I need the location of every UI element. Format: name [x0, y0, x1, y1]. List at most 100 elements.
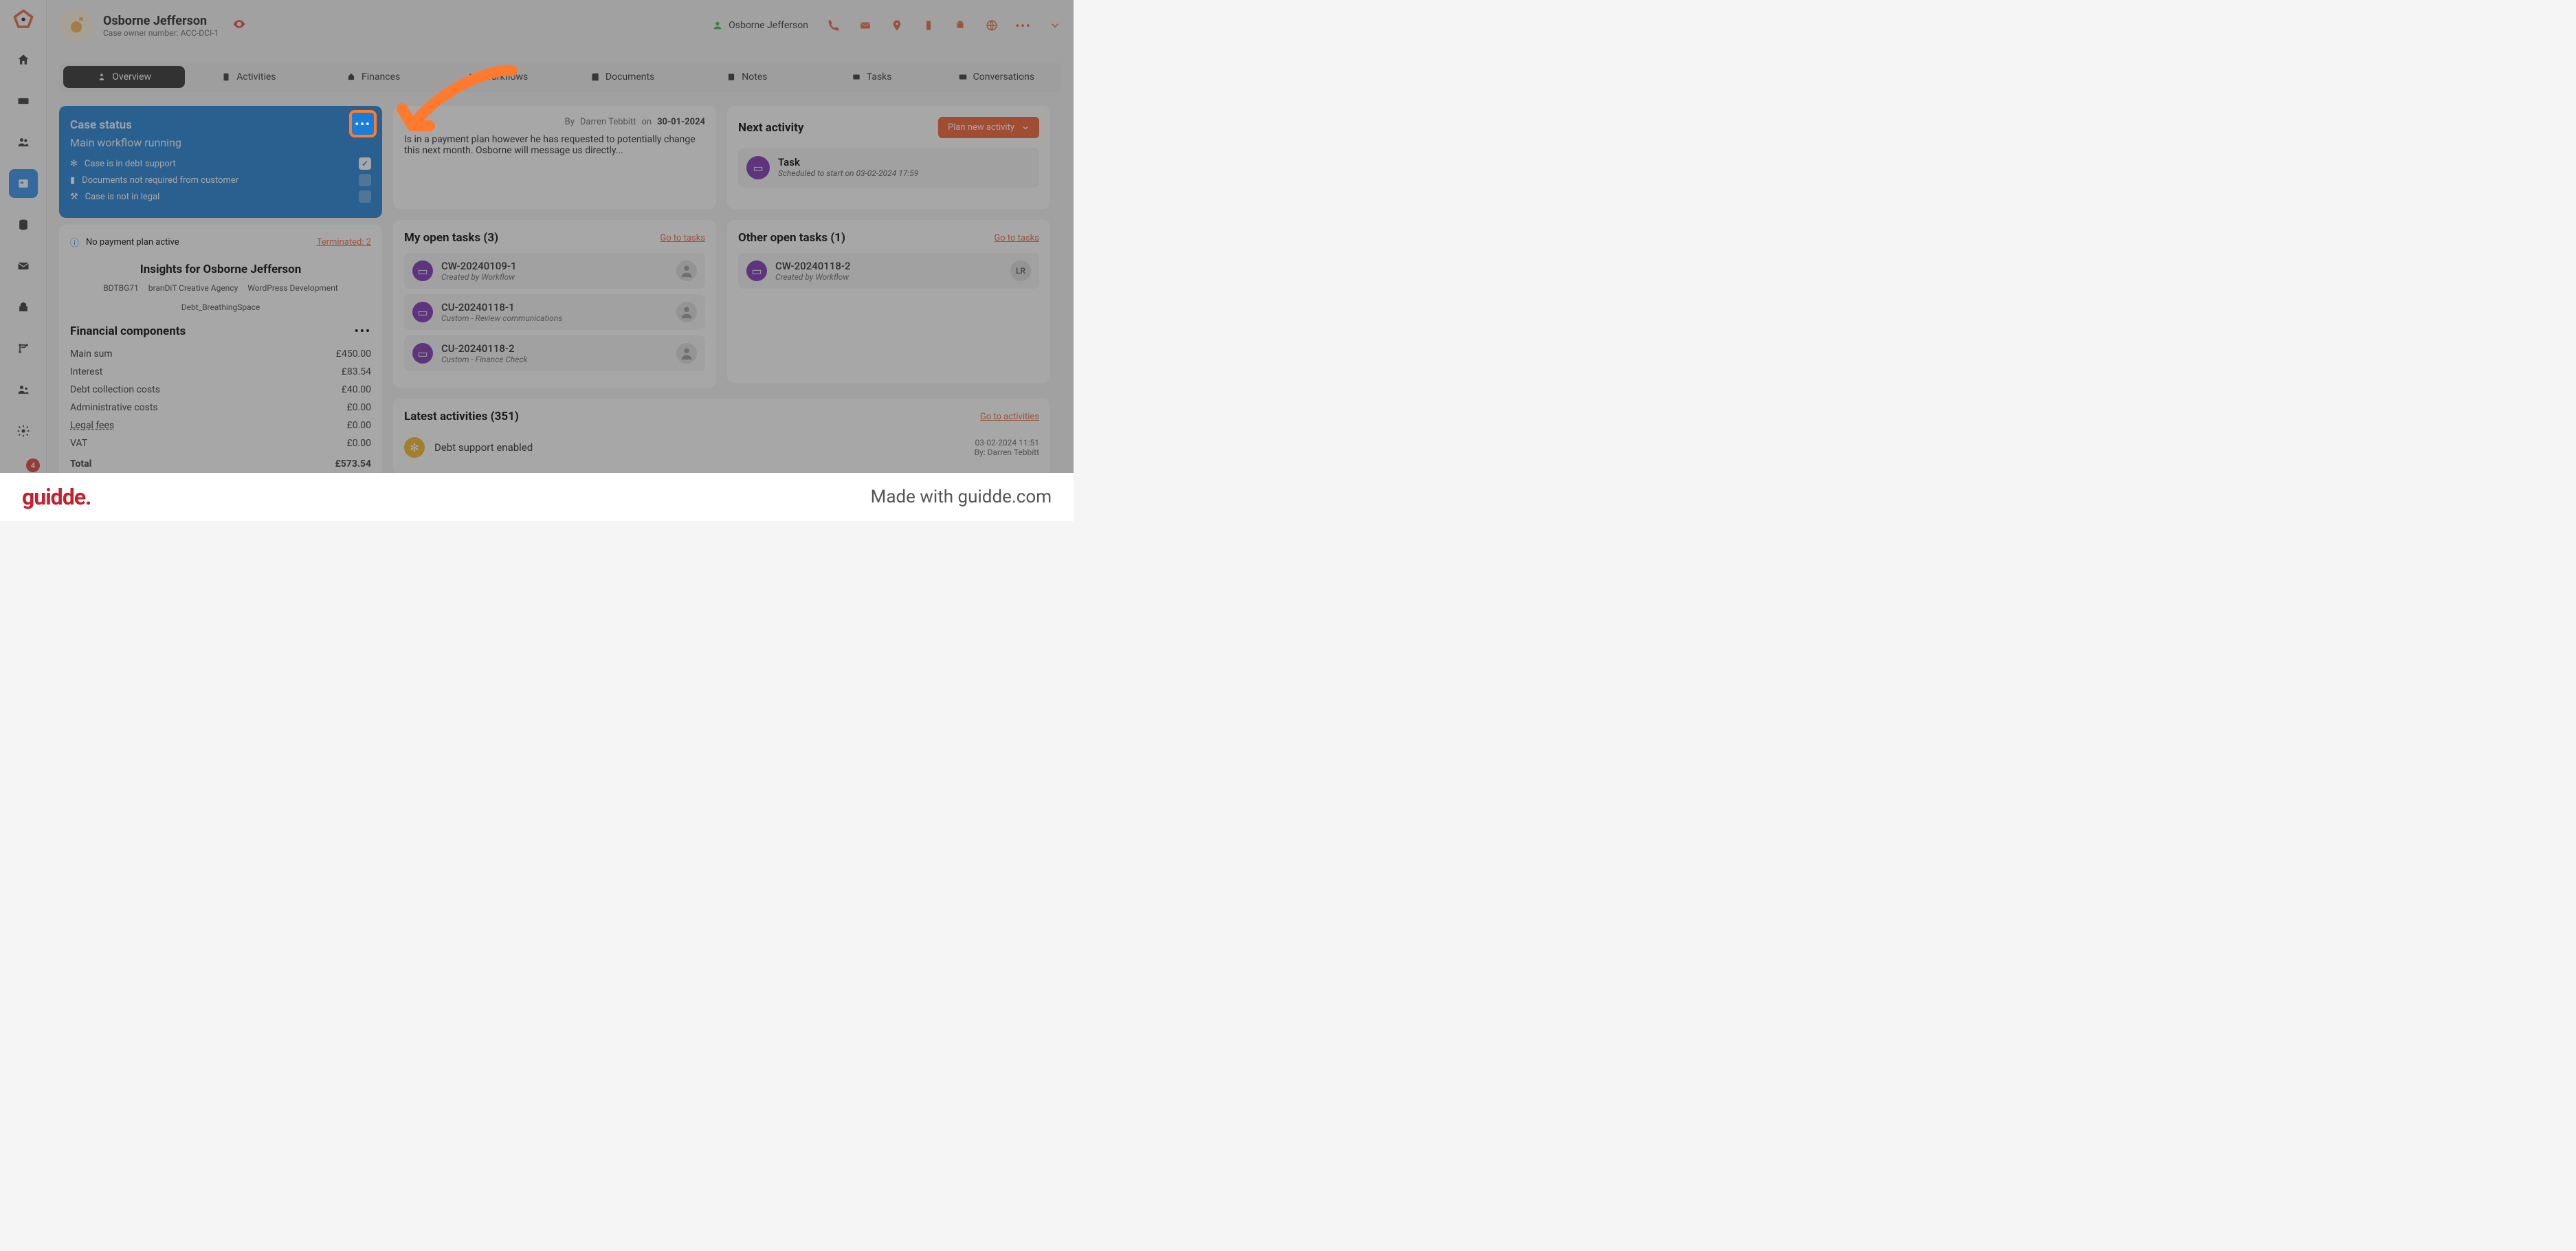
banner-text: No payment plan active: [86, 237, 179, 247]
notification-badge[interactable]: 4: [26, 458, 40, 472]
next-activity-task-sub: Scheduled to start on 03-02-2024 17:59: [778, 168, 918, 178]
sidenav: 4: [0, 0, 47, 475]
watch-icon[interactable]: [232, 17, 246, 34]
financial-menu-button[interactable]: •••: [355, 324, 371, 338]
plan-activity-button[interactable]: Plan new activity: [938, 117, 1039, 138]
tab-overview[interactable]: Overview: [63, 66, 185, 88]
tab-notes[interactable]: Notes: [686, 66, 808, 88]
tag[interactable]: branDiT Creative Agency: [148, 283, 238, 293]
made-with-text: Made with guidde.com: [871, 487, 1052, 507]
task-icon: ▭: [412, 261, 433, 281]
note-date: 30-01-2024: [657, 117, 705, 127]
go-to-tasks-link[interactable]: Go to tasks: [660, 233, 705, 243]
nav-mail[interactable]: [9, 252, 38, 280]
nav-settings[interactable]: [9, 417, 38, 445]
nav-cards[interactable]: [9, 87, 38, 115]
email-icon[interactable]: [859, 19, 871, 32]
note-card: By Darren Tebbitt on 30-01-2024 Is in a …: [393, 106, 716, 209]
document-icon: ▮: [70, 175, 75, 186]
tag[interactable]: BDTBG71: [103, 283, 139, 293]
next-activity-card: Next activity Plan new activity ▭ Task S…: [727, 106, 1050, 209]
financial-row: Legal fees£0.00: [70, 417, 371, 434]
globe-icon[interactable]: [986, 19, 998, 32]
more-icon[interactable]: •••: [1017, 19, 1030, 32]
case-status-item-label: Case is not in legal: [85, 192, 160, 202]
financial-title-row: Financial components •••: [70, 324, 371, 338]
financial-row: Administrative costs£0.00: [70, 399, 371, 417]
nav-case[interactable]: [9, 169, 38, 198]
task-item[interactable]: ▭ CU-20240118-2Custom - Finance Check: [404, 335, 705, 371]
page-content: Osborne Jefferson Case owner number: ACC…: [47, 0, 1074, 473]
next-activity-title: Next activity: [738, 121, 803, 135]
case-subtitle: Case owner number: ACC-DCI-1: [103, 28, 219, 38]
tab-activities[interactable]: Activities: [188, 66, 309, 88]
nav-finance[interactable]: [9, 293, 38, 322]
financial-title: Financial components: [70, 324, 186, 338]
android-icon[interactable]: [954, 19, 966, 32]
case-status-item: ▮ Documents not required from customer: [70, 174, 371, 186]
open-tasks-title: My open tasks (3): [404, 231, 498, 245]
avatar: [676, 302, 697, 322]
next-activity-item[interactable]: ▭ Task Scheduled to start on 03-02-2024 …: [738, 148, 1039, 188]
task-item[interactable]: ▭ CU-20240118-1Custom - Review communica…: [404, 294, 705, 330]
location-icon[interactable]: [891, 19, 903, 32]
tag[interactable]: Debt_BreathingSpace: [181, 302, 260, 312]
financial-row: Debt collection costs£40.00: [70, 381, 371, 399]
tab-label: Conversations: [973, 71, 1034, 82]
case-title: Osborne Jefferson: [103, 14, 219, 28]
tab-documents[interactable]: Documents: [562, 66, 683, 88]
tab-label: Workflows: [483, 71, 529, 82]
tab-label: Tasks: [867, 71, 892, 82]
insights-card: ⓘ No payment plan active Terminated: 2 I…: [59, 225, 382, 473]
case-status-menu-button[interactable]: •••: [352, 113, 374, 135]
chevron-down-icon[interactable]: [1049, 19, 1061, 32]
checkbox-checked[interactable]: [359, 157, 371, 170]
nav-home[interactable]: [9, 45, 38, 74]
checkbox-unchecked[interactable]: [359, 174, 371, 186]
other-tasks-card: Other open tasks (1) Go to tasks ▭ CW-20…: [727, 220, 1050, 383]
avatar: LR: [1010, 261, 1031, 281]
tab-label: Activities: [236, 71, 276, 82]
tab-finances[interactable]: Finances: [313, 66, 434, 88]
footer-bar: guidde. Made with guidde.com: [0, 473, 1074, 521]
header-user-name: Osborne Jefferson: [729, 20, 808, 31]
tag[interactable]: WordPress Development: [247, 283, 337, 293]
case-status-title: Case status: [70, 118, 371, 132]
case-status-item-label: Case is in debt support: [85, 159, 176, 169]
financial-row: Interest£83.54: [70, 363, 371, 381]
checkbox-unchecked[interactable]: [359, 190, 371, 203]
case-avatar: [59, 8, 93, 43]
task-icon: ▭: [746, 156, 770, 179]
note-author: Darren Tebbitt: [580, 117, 636, 127]
nav-branch[interactable]: [9, 334, 38, 363]
nav-data[interactable]: [9, 210, 38, 239]
financial-total-row: Total£573.54: [70, 452, 371, 473]
mobile-icon[interactable]: [922, 19, 935, 32]
tab-label: Overview: [112, 71, 151, 82]
nav-team[interactable]: [9, 375, 38, 404]
tab-tasks[interactable]: Tasks: [811, 66, 933, 88]
next-activity-task-title: Task: [778, 156, 918, 168]
tabs-bar: Overview Activities Finances Workflows D…: [59, 62, 1061, 92]
tab-workflows[interactable]: Workflows: [437, 66, 559, 88]
activity-text: Debt support enabled: [434, 441, 533, 454]
case-status-item-label: Documents not required from customer: [82, 175, 238, 186]
info-icon: ⓘ: [70, 236, 79, 249]
kebab-icon: •••: [355, 118, 370, 131]
header-user[interactable]: Osborne Jefferson: [712, 20, 808, 31]
task-item[interactable]: ▭ CW-20240118-2Created by Workflow LR: [738, 253, 1039, 289]
tab-label: Finances: [362, 71, 400, 82]
terminated-link[interactable]: Terminated: 2: [317, 237, 371, 247]
tab-label: Documents: [606, 71, 654, 82]
other-tasks-title: Other open tasks (1): [738, 231, 845, 245]
task-item[interactable]: ▭ CW-20240109-1Created by Workflow: [404, 253, 705, 289]
gavel-icon: ⚒: [70, 192, 78, 202]
go-to-tasks-link[interactable]: Go to tasks: [994, 233, 1039, 243]
insights-tags: BDTBG71 branDiT Creative Agency WordPres…: [70, 283, 371, 312]
nav-people[interactable]: [9, 128, 38, 157]
insights-title: Insights for Osborne Jefferson: [70, 263, 371, 276]
tab-conversations[interactable]: Conversations: [935, 66, 1057, 88]
task-icon: ▭: [412, 343, 433, 364]
task-icon: ▭: [412, 302, 433, 322]
phone-icon[interactable]: [828, 19, 840, 32]
